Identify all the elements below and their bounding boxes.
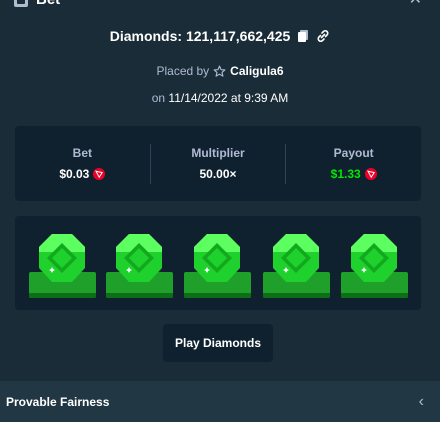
chevron-left-icon: ‹ <box>418 392 424 410</box>
trx-icon <box>364 168 377 180</box>
green-gem-icon <box>351 234 397 282</box>
link-icon[interactable] <box>316 29 330 43</box>
stat-bet-value: $0.03 <box>59 167 90 181</box>
stat-multiplier-label: Multiplier <box>191 146 245 160</box>
stat-payout: Payout $1.33 <box>286 146 421 181</box>
modal-title-group: Bet <box>14 0 60 8</box>
gem-slot <box>263 232 330 298</box>
username-link[interactable]: Caligula6 <box>230 64 283 78</box>
gem-result-panel <box>15 216 421 310</box>
play-diamonds-button[interactable]: Play Diamonds <box>163 324 273 362</box>
game-id-line: Diamonds: 121,117,662,425 <box>0 28 440 44</box>
stat-multiplier: Multiplier 50.00× <box>151 146 286 181</box>
stat-bet-label: Bet <box>72 146 92 160</box>
bet-date: 11/14/2022 at 9:39 AM <box>168 91 289 105</box>
bet-stats-panel: Bet $0.03 Multiplier 50.00× Payout $1.33 <box>15 126 421 201</box>
date-prefix: on <box>151 91 166 105</box>
gem-slot <box>106 232 173 298</box>
gem-slot <box>184 232 251 298</box>
modal-header: Bet ✕ <box>0 0 440 10</box>
provable-fairness-label: Provable Fairness <box>6 394 110 409</box>
game-id-label: Diamonds: 121,117,662,425 <box>109 28 291 44</box>
gem-slot <box>341 232 408 298</box>
placed-by-line: Placed by Caligula6 <box>0 64 440 78</box>
green-gem-icon <box>194 234 240 282</box>
close-icon[interactable]: ✕ <box>409 0 422 8</box>
bet-icon <box>14 0 28 7</box>
stat-bet: Bet $0.03 <box>15 146 150 181</box>
green-gem-icon <box>39 234 85 282</box>
stat-bet-value-row: $0.03 <box>59 167 106 181</box>
star-outline-icon <box>213 65 226 77</box>
trx-icon <box>93 168 106 180</box>
copy-icon[interactable] <box>296 29 310 43</box>
green-gem-icon <box>273 234 319 282</box>
gem-slot <box>29 232 96 298</box>
stat-payout-label: Payout <box>333 146 374 160</box>
modal-title: Bet <box>36 0 60 8</box>
placed-by-prefix: Placed by <box>156 64 210 78</box>
stat-payout-value: $1.33 <box>330 167 361 181</box>
stat-payout-value-row: $1.33 <box>331 167 377 181</box>
provable-fairness-toggle[interactable]: Provable Fairness ‹ <box>0 381 440 422</box>
bet-date-line: on 11/14/2022 at 9:39 AM <box>0 91 440 105</box>
stat-multiplier-value: 50.00× <box>199 167 237 181</box>
green-gem-icon <box>116 234 162 282</box>
